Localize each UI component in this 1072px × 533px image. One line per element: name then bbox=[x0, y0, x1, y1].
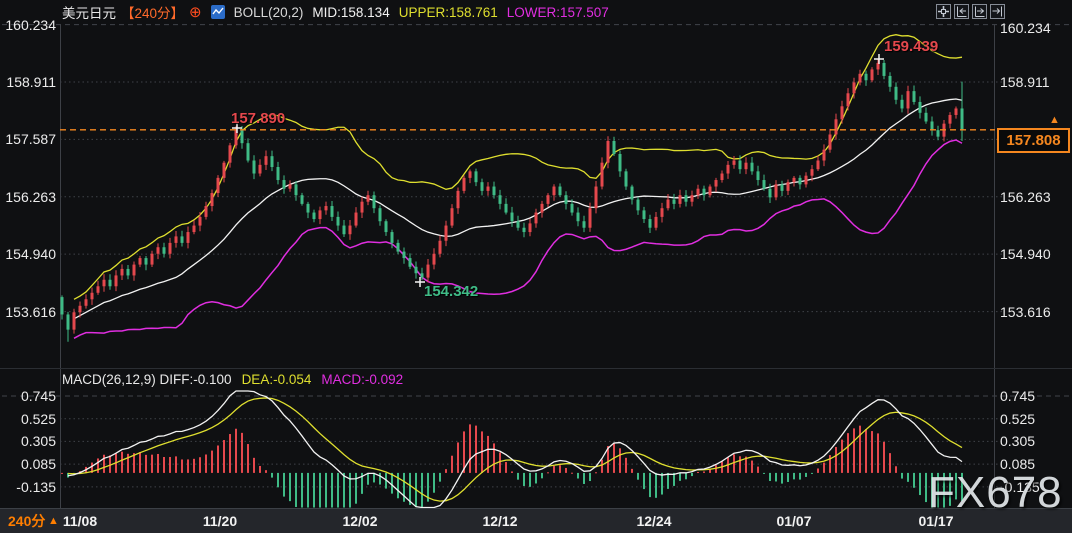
period-label[interactable]: 【240分】 bbox=[121, 2, 184, 22]
date-tick-label: 11/08 bbox=[50, 509, 110, 533]
circle-plus-icon[interactable]: ⊕ bbox=[189, 3, 202, 21]
macd-axis-label-right: 0.745 bbox=[1000, 387, 1070, 405]
date-tick-label: 11/20 bbox=[190, 509, 250, 533]
macd-params-diff: MACD(26,12,9) DIFF:-0.100 bbox=[62, 372, 232, 387]
pan-to-latest-icon[interactable] bbox=[990, 4, 1005, 19]
indicator-chart-icon[interactable] bbox=[211, 5, 225, 19]
bollinger-upper-line bbox=[74, 35, 962, 300]
macd-axis-label-right: 0.305 bbox=[1000, 432, 1070, 450]
price-marker-triangle[interactable]: ▲ bbox=[1049, 114, 1060, 126]
price-axis-label-right: 154.940 bbox=[1000, 245, 1070, 263]
macd-macd-value: MACD:-0.092 bbox=[321, 372, 403, 387]
price-extreme-annotation: 154.342 bbox=[424, 283, 478, 300]
macd-dea-value: DEA:-0.054 bbox=[242, 372, 312, 387]
price-axis-label-left: 158.911 bbox=[0, 73, 56, 91]
price-extreme-annotation: 157.890 bbox=[231, 110, 285, 127]
chart-window: 美元日元 【240分】 ⊕ BOLL(20,2) MID:158.134 UPP… bbox=[0, 0, 1072, 533]
date-tick-label: 01/07 bbox=[764, 509, 824, 533]
boll-upper-value: UPPER:158.761 bbox=[399, 5, 498, 20]
price-axis-label-right: 160.234 bbox=[1000, 19, 1070, 37]
macd-axis-label-left: -0.135 bbox=[0, 478, 56, 496]
macd-axis-label-left: 0.525 bbox=[0, 410, 56, 428]
chart-toolbar bbox=[936, 4, 1005, 19]
shift-axis-left-icon[interactable] bbox=[954, 4, 969, 19]
boll-label: BOLL(20,2) bbox=[234, 5, 304, 20]
price-axis-label-right: 153.616 bbox=[1000, 303, 1070, 321]
price-axis-label-left: 153.616 bbox=[0, 303, 56, 321]
macd-axis-label-left: 0.085 bbox=[0, 455, 56, 473]
macd-histogram bbox=[61, 424, 963, 507]
macd-dea-line bbox=[68, 398, 962, 501]
date-tick-label: 12/12 bbox=[470, 509, 530, 533]
macd-axis-label-left: 0.745 bbox=[0, 387, 56, 405]
timeframe-selector[interactable]: 240分 bbox=[8, 509, 45, 533]
macd-diff-line bbox=[68, 391, 962, 508]
extreme-cross-marker bbox=[874, 54, 884, 64]
price-axis-label-left: 157.587 bbox=[0, 130, 56, 148]
price-axis-label-left: 154.940 bbox=[0, 245, 56, 263]
macd-header: MACD(26,12,9) DIFF:-0.100 DEA:-0.054 MAC… bbox=[62, 372, 403, 387]
macd-axis-label-left: 0.305 bbox=[0, 432, 56, 450]
date-tick-label: 12/24 bbox=[624, 509, 684, 533]
price-axis-label-right: 156.263 bbox=[1000, 188, 1070, 206]
boll-mid-value: MID:158.134 bbox=[312, 5, 389, 20]
chart-header: 美元日元 【240分】 ⊕ BOLL(20,2) MID:158.134 UPP… bbox=[62, 3, 609, 21]
shift-axis-right-icon[interactable] bbox=[972, 4, 987, 19]
time-axis-bar: 240分 ▲ 11/0811/2012/0212/1212/2401/0701/… bbox=[0, 508, 1072, 533]
price-axis-label-left: 156.263 bbox=[0, 188, 56, 206]
bollinger-lower-line bbox=[74, 140, 962, 338]
symbol-name: 美元日元 bbox=[62, 2, 116, 22]
price-axis-label-right: 158.911 bbox=[1000, 73, 1070, 91]
date-tick-label: 12/02 bbox=[330, 509, 390, 533]
watermark: FX678 bbox=[928, 468, 1063, 518]
crosshair-icon[interactable] bbox=[936, 4, 951, 19]
chart-canvas[interactable] bbox=[0, 0, 1072, 533]
boll-lower-value: LOWER:157.507 bbox=[507, 5, 609, 20]
price-axis-label-left: 160.234 bbox=[0, 16, 56, 34]
macd-axis-label-right: 0.525 bbox=[1000, 410, 1070, 428]
price-extreme-annotation: 159.439 bbox=[884, 38, 938, 55]
last-price-tag: 157.808 bbox=[997, 128, 1070, 153]
